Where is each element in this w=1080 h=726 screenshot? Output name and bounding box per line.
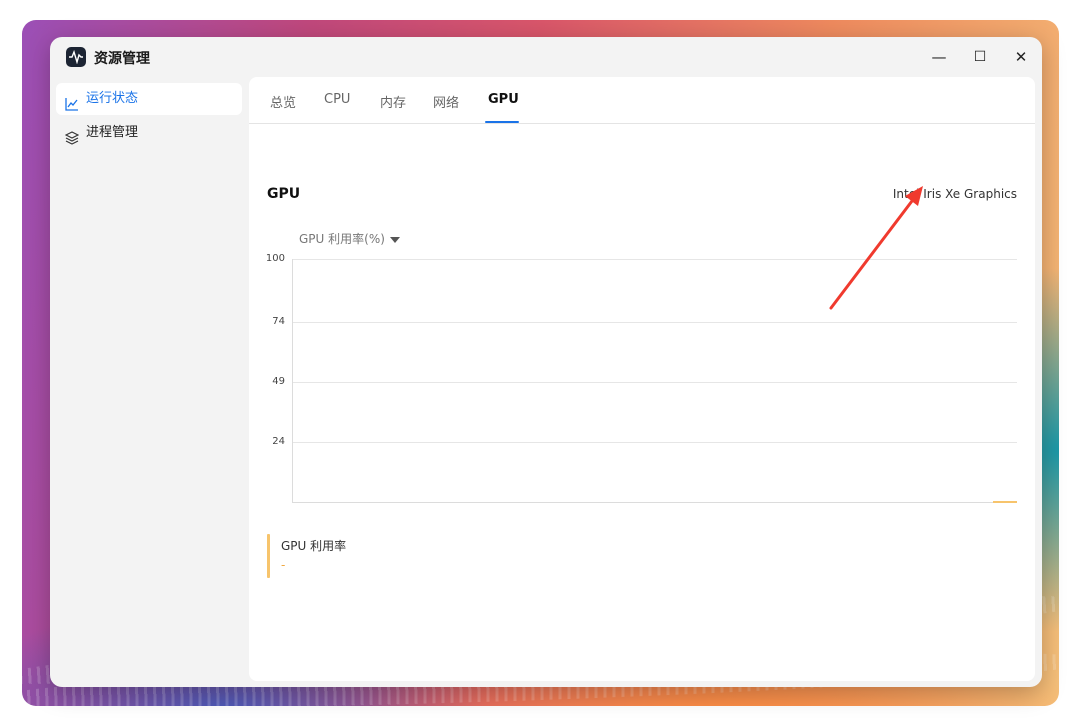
gpu-device-name: Intel Iris Xe Graphics <box>892 187 1017 201</box>
title-bar[interactable]: 资源管理 — ☐ ✕ <box>50 37 1042 77</box>
tab-network[interactable]: 网络 <box>433 92 459 111</box>
active-tab-indicator <box>485 121 519 123</box>
sidebar-item-running-status[interactable]: 运行状态 <box>56 83 242 115</box>
y-tick-label: 49 <box>272 376 285 387</box>
gridline <box>293 259 1017 260</box>
tab-overview[interactable]: 总览 <box>270 92 296 111</box>
sidebar-item-process-management[interactable]: 进程管理 <box>56 117 242 149</box>
gridline <box>293 442 1017 443</box>
tab-memory[interactable]: 内存 <box>380 92 406 111</box>
tab-gpu[interactable]: GPU <box>488 92 519 107</box>
sidebar: 运行状态 进程管理 <box>56 83 242 151</box>
gridline <box>293 382 1017 383</box>
tab-cpu[interactable]: CPU <box>324 92 350 107</box>
section-title: GPU <box>267 186 301 202</box>
main-panel: 总览 CPU 内存 网络 GPU GPU Intel Iris Xe Graph… <box>249 77 1035 681</box>
y-tick-label: 24 <box>272 436 285 447</box>
x-axis <box>292 502 1017 503</box>
metric-dropdown-label: GPU 利用率(%) <box>299 232 385 246</box>
close-button[interactable]: ✕ <box>1008 45 1034 69</box>
y-tick-label: 100 <box>265 253 285 264</box>
metric-dropdown[interactable]: GPU 利用率(%) <box>299 230 400 247</box>
resource-manager-window: 资源管理 — ☐ ✕ 运行状态 进程管理 总览 CPU 内存 网络 GPU GP… <box>50 37 1042 687</box>
legend-label: GPU 利用率 <box>281 539 347 553</box>
series-line <box>993 501 1017 503</box>
chevron-down-icon <box>389 236 400 243</box>
maximize-button[interactable]: ☐ <box>967 45 993 69</box>
line-chart-icon <box>65 92 79 111</box>
app-title: 资源管理 <box>94 51 150 67</box>
sidebar-item-label: 运行状态 <box>86 91 139 106</box>
tab-bar: 总览 CPU 内存 网络 GPU <box>249 77 1035 124</box>
layers-icon <box>64 126 80 145</box>
sidebar-item-label: 进程管理 <box>86 125 139 140</box>
minimize-button[interactable]: — <box>926 45 952 69</box>
gridline <box>293 322 1017 323</box>
app-icon <box>66 47 86 67</box>
y-axis <box>292 259 293 503</box>
legend-value: - <box>281 558 286 572</box>
legend-color-bar <box>267 534 270 578</box>
y-tick-label: 74 <box>272 316 285 327</box>
